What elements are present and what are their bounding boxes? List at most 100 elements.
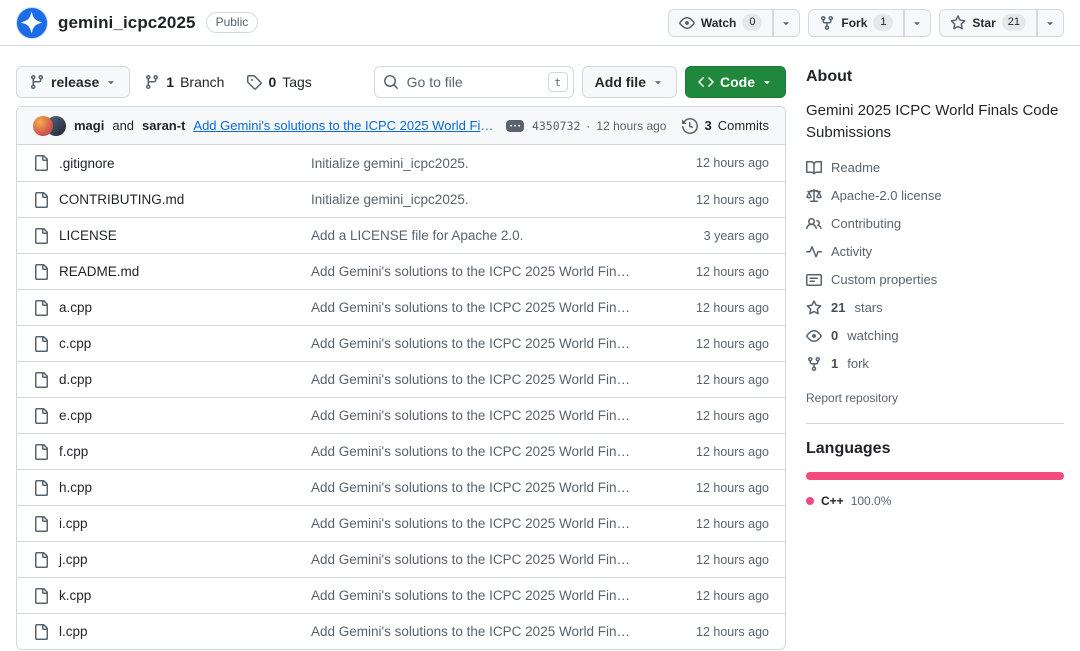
file-age: 12 hours ago [657,409,769,423]
file-commit-message-link[interactable]: Add Gemini's solutions to the ICPC 2025 … [311,444,657,459]
note-icon [806,272,822,288]
contributing-link[interactable]: Contributing [806,216,901,232]
file-commit-message-link[interactable]: Add Gemini's solutions to the ICPC 2025 … [311,336,657,351]
file-name-link[interactable]: c.cpp [59,336,91,351]
watch-control: Watch 0 [668,9,801,37]
fork-button[interactable]: Fork 1 [808,9,904,37]
branches-link[interactable]: 1 Branch [136,74,232,90]
readme-link[interactable]: Readme [806,160,880,176]
branch-selector-button[interactable]: release [16,66,130,98]
file-commit-message-link[interactable]: Add Gemini's solutions to the ICPC 2025 … [311,552,657,567]
about-stats: 21stars 0watching 1fork [806,300,1064,375]
forks-link[interactable]: 1fork [806,356,869,372]
search-input[interactable] [374,66,574,98]
chevron-down-icon [780,17,792,29]
commit-history-link[interactable]: 3 Commits [682,118,769,134]
commit-description-toggle[interactable] [506,120,524,132]
file-icon [33,155,49,171]
commit-author-link[interactable]: magi [74,118,104,133]
star-button[interactable]: Star 21 [939,9,1037,37]
commits-label: Commits [718,118,769,133]
commits-count: 3 [704,118,711,133]
languages-heading: Languages [806,440,1064,458]
watch-button[interactable]: Watch 0 [668,9,774,37]
visibility-badge: Public [206,12,259,33]
file-commit-message-link[interactable]: Initialize gemini_icpc2025. [311,156,657,171]
file-name-link[interactable]: CONTRIBUTING.md [59,192,184,207]
file-name-cell: f.cpp [33,444,311,460]
code-button[interactable]: Code [685,66,786,98]
table-row: i.cpp Add Gemini's solutions to the ICPC… [17,505,785,541]
file-commit-message-link[interactable]: Add Gemini's solutions to the ICPC 2025 … [311,264,657,279]
toolbar-actions: t Add file Code [374,66,786,98]
file-name-cell: LICENSE [33,228,311,244]
forks-label: fork [847,356,869,371]
repo-name-link[interactable]: gemini_icpc2025 [58,13,196,33]
file-commit-message-link[interactable]: Add Gemini's solutions to the ICPC 2025 … [311,408,657,423]
main-content: release 1 Branch 0 Tags t Add [0,46,1080,650]
file-name-link[interactable]: a.cpp [59,300,92,315]
file-name-link[interactable]: h.cpp [59,480,92,495]
language-percent: 100.0% [851,494,892,508]
file-name-link[interactable]: k.cpp [59,588,91,603]
add-file-button[interactable]: Add file [582,66,677,98]
license-link[interactable]: Apache-2.0 license [806,188,942,204]
people-icon [806,216,822,232]
star-dropdown-button[interactable] [1037,9,1064,37]
language-bar[interactable] [806,472,1064,480]
custom-properties-label: Custom properties [831,272,937,287]
file-age: 12 hours ago [657,481,769,495]
report-repository-link[interactable]: Report repository [806,391,898,405]
watching-link[interactable]: 0watching [806,328,899,344]
commit-message-link[interactable]: Add Gemini's solutions to the ICPC 2025 … [193,118,498,133]
file-icon [33,444,49,460]
commit-sha-link[interactable]: 4350732 [532,119,580,133]
file-name-link[interactable]: e.cpp [59,408,92,423]
custom-properties-link[interactable]: Custom properties [806,272,937,288]
fork-dropdown-button[interactable] [904,9,931,37]
file-commit-message-link[interactable]: Add Gemini's solutions to the ICPC 2025 … [311,588,657,603]
file-name-link[interactable]: d.cpp [59,372,92,387]
avatar[interactable] [33,116,53,136]
file-name-link[interactable]: LICENSE [59,228,117,243]
contributing-label: Contributing [831,216,901,231]
file-commit-message-link[interactable]: Add Gemini's solutions to the ICPC 2025 … [311,624,657,639]
gemini-logo-icon[interactable] [16,7,48,39]
stars-link[interactable]: 21stars [806,300,883,316]
watching-label: watching [847,328,898,343]
file-commit-message-link[interactable]: Add Gemini's solutions to the ICPC 2025 … [311,372,657,387]
commit-coauthor-link[interactable]: saran-t [142,118,185,133]
activity-label: Activity [831,244,872,259]
separator: · [586,119,590,133]
file-name-link[interactable]: i.cpp [59,516,88,531]
table-row: a.cpp Add Gemini's solutions to the ICPC… [17,289,785,325]
file-icon [33,408,49,424]
history-icon [682,118,698,134]
file-age: 12 hours ago [657,265,769,279]
language-cpp-link[interactable]: C++ 100.0% [806,494,891,508]
file-commit-message-link[interactable]: Add Gemini's solutions to the ICPC 2025 … [311,480,657,495]
activity-link[interactable]: Activity [806,244,872,260]
table-row: CONTRIBUTING.md Initialize gemini_icpc20… [17,181,785,217]
add-file-label: Add file [595,74,646,90]
file-commit-message-link[interactable]: Add Gemini's solutions to the ICPC 2025 … [311,516,657,531]
file-commit-message-link[interactable]: Initialize gemini_icpc2025. [311,192,657,207]
file-name-link[interactable]: f.cpp [59,444,88,459]
tag-icon [246,74,262,90]
about-sidebar: About Gemini 2025 ICPC World Finals Code… [806,46,1064,508]
file-name-link[interactable]: README.md [59,264,139,279]
file-name-link[interactable]: l.cpp [59,624,88,639]
star-control: Star 21 [939,9,1064,37]
file-name-link[interactable]: .gitignore [59,156,115,171]
watch-dropdown-button[interactable] [773,9,800,37]
table-row: README.md Add Gemini's solutions to the … [17,253,785,289]
file-commit-message-link[interactable]: Add a LICENSE file for Apache 2.0. [311,228,657,243]
file-name-link[interactable]: j.cpp [59,552,88,567]
file-commit-message-link[interactable]: Add Gemini's solutions to the ICPC 2025 … [311,300,657,315]
file-name-cell: .gitignore [33,155,311,171]
file-icon [33,264,49,280]
fork-label: Fork [841,16,867,30]
tags-link[interactable]: 0 Tags [238,74,319,90]
book-icon [806,160,822,176]
table-row: .gitignore Initialize gemini_icpc2025. 1… [17,145,785,181]
